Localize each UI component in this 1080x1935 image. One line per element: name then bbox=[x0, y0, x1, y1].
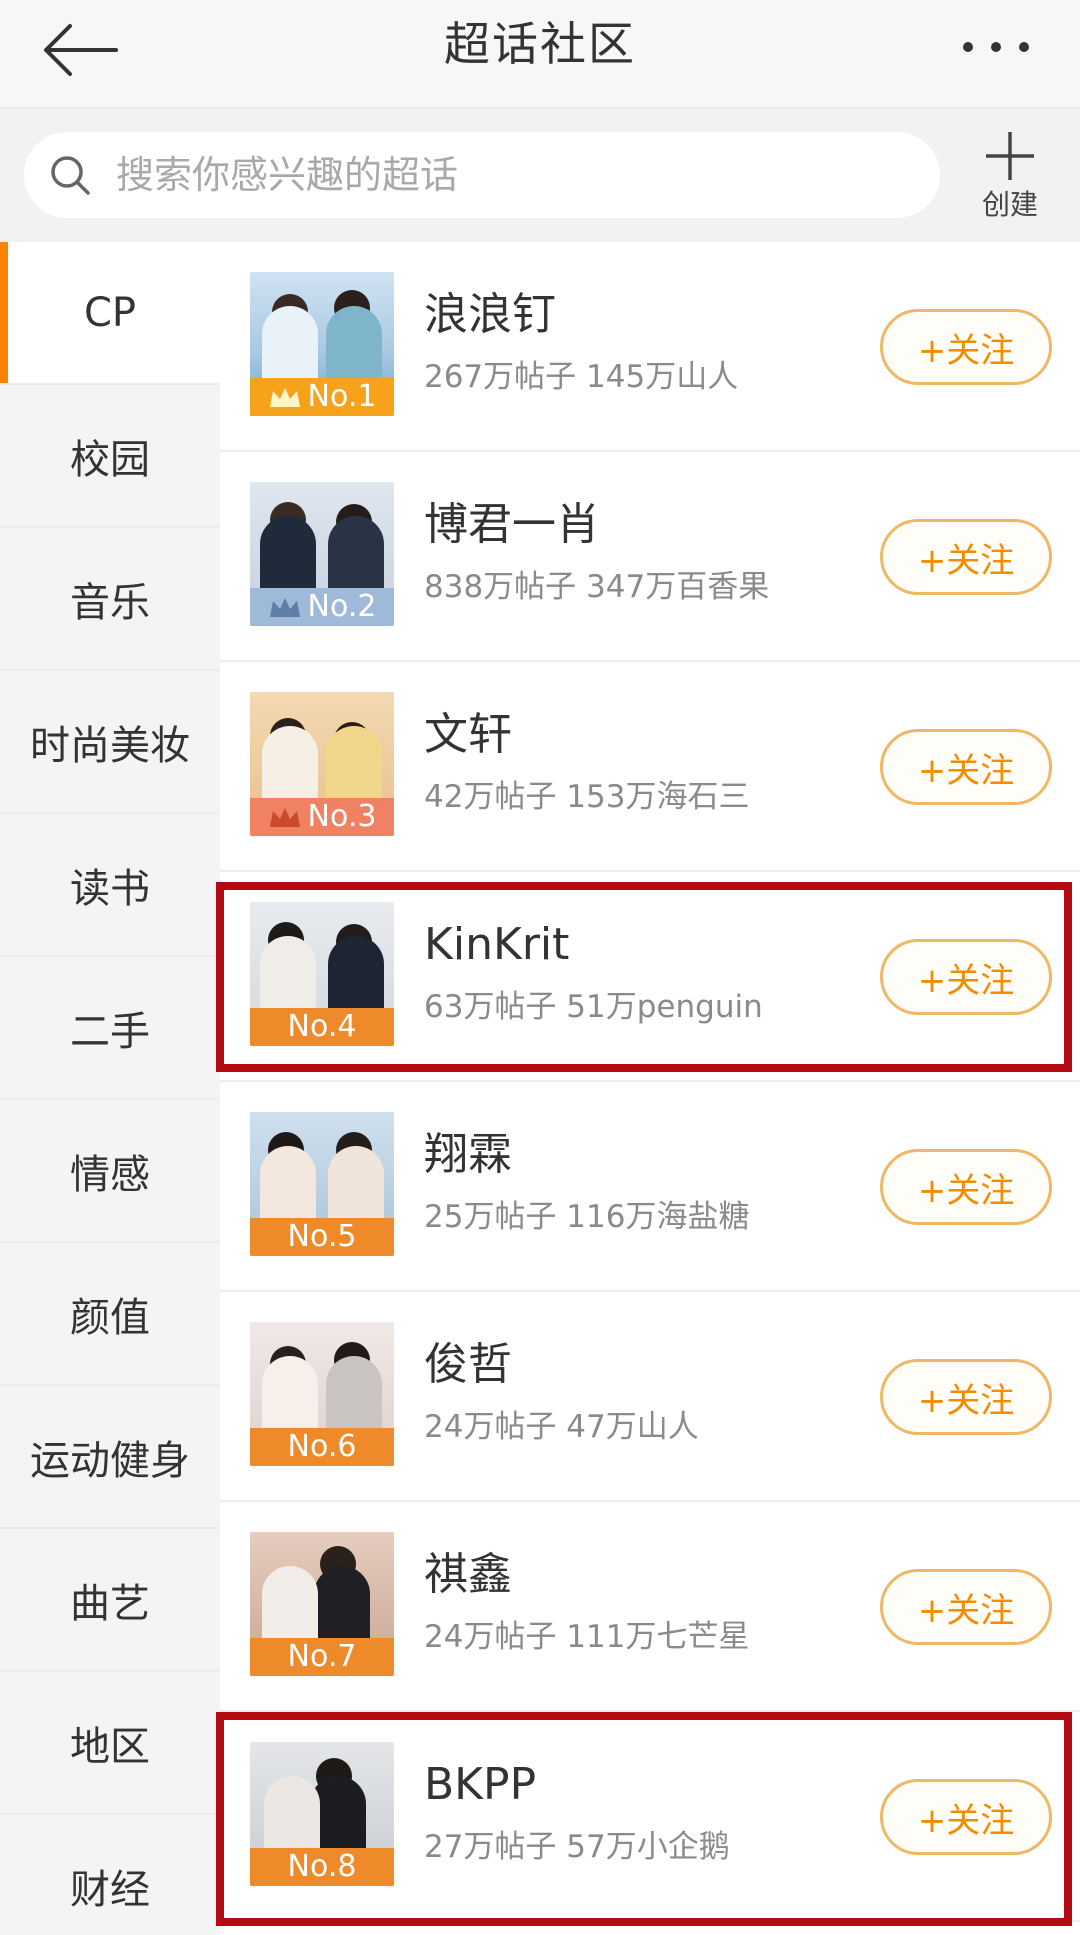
topic-thumbnail: No.7 bbox=[250, 1532, 394, 1676]
search-input[interactable]: 搜索你感兴趣的超话 bbox=[24, 132, 940, 218]
list-item[interactable]: No.7 祺鑫 24万帖子 111万七芒星 +关注 bbox=[220, 1502, 1080, 1712]
create-label: 创建 bbox=[981, 188, 1038, 221]
sidebar-item-label: 财经 bbox=[70, 1866, 150, 1913]
list-item[interactable]: No.4 KinKrit 63万帖子 51万penguin +关注 bbox=[220, 872, 1080, 1082]
topic-thumbnail: No.4 bbox=[250, 902, 394, 1046]
rank-label: No.1 bbox=[307, 379, 377, 414]
sidebar-item-cp[interactable]: CP bbox=[0, 242, 220, 385]
topic-name: 祺鑫 bbox=[424, 1549, 512, 1600]
sidebar-item-sports-fitness[interactable]: 运动健身 bbox=[0, 1386, 220, 1529]
crown-icon bbox=[268, 385, 302, 409]
topic-stats: 24万帖子 111万七芒星 bbox=[424, 1619, 750, 1655]
follow-button[interactable]: +关注 bbox=[880, 519, 1052, 595]
sidebar-item-reading[interactable]: 读书 bbox=[0, 814, 220, 957]
follow-button[interactable]: +关注 bbox=[880, 729, 1052, 805]
list-item[interactable]: No.5 翔霖 25万帖子 116万海盐糖 +关注 bbox=[220, 1082, 1080, 1292]
sidebar-item-label: 读书 bbox=[70, 865, 150, 912]
rank-badge: No.8 bbox=[250, 1848, 394, 1886]
rank-badge: No.7 bbox=[250, 1638, 394, 1676]
topic-stats: 267万帖子 145万山人 bbox=[424, 359, 739, 395]
topic-name: 文轩 bbox=[424, 709, 512, 760]
topic-thumbnail: No.3 bbox=[250, 692, 394, 836]
rank-label: No.8 bbox=[287, 1849, 357, 1884]
sidebar-item-label: 校园 bbox=[70, 436, 150, 483]
sidebar-item-folk-art[interactable]: 曲艺 bbox=[0, 1529, 220, 1672]
topic-stats: 25万帖子 116万海盐糖 bbox=[424, 1199, 750, 1235]
list-item[interactable]: No.6 俊哲 24万帖子 47万山人 +关注 bbox=[220, 1292, 1080, 1502]
rank-label: No.6 bbox=[287, 1429, 357, 1464]
sidebar-item-fashion-beauty[interactable]: 时尚美妆 bbox=[0, 671, 220, 814]
search-icon bbox=[48, 153, 92, 197]
create-button[interactable]: 创建 bbox=[970, 128, 1050, 228]
sidebar-item-region[interactable]: 地区 bbox=[0, 1672, 220, 1815]
search-bar: 搜索你感兴趣的超话 创建 bbox=[0, 108, 1080, 242]
sidebar-item-label: 情感 bbox=[70, 1151, 150, 1198]
follow-button[interactable]: +关注 bbox=[880, 1569, 1052, 1645]
sidebar-item-label: 曲艺 bbox=[70, 1580, 150, 1627]
rank-badge: No.1 bbox=[250, 378, 394, 416]
sidebar-item-label: 时尚美妆 bbox=[30, 722, 190, 769]
topic-stats: 63万帖子 51万penguin bbox=[424, 989, 763, 1025]
rank-label: No.7 bbox=[287, 1639, 357, 1674]
sidebar-item-finance[interactable]: 财经 bbox=[0, 1815, 220, 1935]
rank-label: No.4 bbox=[287, 1009, 357, 1044]
follow-button[interactable]: +关注 bbox=[880, 939, 1052, 1015]
more-button[interactable] bbox=[956, 22, 1036, 72]
follow-button[interactable]: +关注 bbox=[880, 1359, 1052, 1435]
sidebar-item-music[interactable]: 音乐 bbox=[0, 528, 220, 671]
sidebar-item-label: 地区 bbox=[70, 1723, 150, 1770]
list-item[interactable]: No.1 浪浪钉 267万帖子 145万山人 +关注 bbox=[220, 242, 1080, 452]
topic-stats: 838万帖子 347万百香果 bbox=[424, 569, 770, 605]
plus-icon bbox=[986, 132, 1034, 180]
rank-badge: No.2 bbox=[250, 588, 394, 626]
follow-button[interactable]: +关注 bbox=[880, 1149, 1052, 1225]
more-dots-icon bbox=[963, 42, 1029, 52]
sidebar-item-second-hand[interactable]: 二手 bbox=[0, 957, 220, 1100]
category-sidebar: CP 校园 音乐 时尚美妆 读书 二手 情感 颜值 运动健身 曲艺 地区 财经 bbox=[0, 242, 220, 1935]
page-title: 超话社区 bbox=[444, 17, 636, 71]
follow-button[interactable]: +关注 bbox=[880, 309, 1052, 385]
rank-label: No.3 bbox=[307, 799, 377, 834]
topic-name: BKPP bbox=[424, 1759, 537, 1810]
topic-stats: 24万帖子 47万山人 bbox=[424, 1409, 699, 1445]
topic-stats: 42万帖子 153万海石三 bbox=[424, 779, 750, 815]
rank-badge: No.3 bbox=[250, 798, 394, 836]
sidebar-item-looks[interactable]: 颜值 bbox=[0, 1243, 220, 1386]
topic-thumbnail: No.2 bbox=[250, 482, 394, 626]
topic-name: 浪浪钉 bbox=[424, 289, 556, 340]
sidebar-item-label: 颜值 bbox=[70, 1294, 150, 1341]
search-placeholder: 搜索你感兴趣的超话 bbox=[116, 153, 459, 197]
topic-name: 翔霖 bbox=[424, 1129, 512, 1180]
follow-button[interactable]: +关注 bbox=[880, 1779, 1052, 1855]
rank-badge: No.4 bbox=[250, 1008, 394, 1046]
topic-thumbnail: No.8 bbox=[250, 1742, 394, 1886]
topic-list: No.1 浪浪钉 267万帖子 145万山人 +关注 No.2 博君一肖 838… bbox=[220, 242, 1080, 1935]
rank-badge: No.6 bbox=[250, 1428, 394, 1466]
sidebar-item-label: 二手 bbox=[70, 1008, 150, 1055]
list-item[interactable]: No.2 博君一肖 838万帖子 347万百香果 +关注 bbox=[220, 452, 1080, 662]
topic-thumbnail: No.6 bbox=[250, 1322, 394, 1466]
rank-label: No.2 bbox=[307, 589, 377, 624]
topic-thumbnail: No.5 bbox=[250, 1112, 394, 1256]
topic-thumbnail: No.1 bbox=[250, 272, 394, 416]
topic-name: 俊哲 bbox=[424, 1339, 512, 1390]
app-screen: 超话社区 搜索你感兴趣的超话 创建 CP 校园 音乐 时尚美妆 读书 二手 情感… bbox=[0, 0, 1080, 1935]
crown-icon bbox=[268, 805, 302, 829]
sidebar-item-label: CP bbox=[83, 289, 137, 336]
topic-name: KinKrit bbox=[424, 919, 570, 970]
sidebar-item-label: 音乐 bbox=[70, 579, 150, 626]
sidebar-item-campus[interactable]: 校园 bbox=[0, 385, 220, 528]
rank-label: No.5 bbox=[287, 1219, 357, 1254]
topic-stats: 27万帖子 57万小企鹅 bbox=[424, 1829, 730, 1865]
crown-icon bbox=[268, 595, 302, 619]
sidebar-item-label: 运动健身 bbox=[30, 1437, 190, 1484]
list-item[interactable]: No.3 文轩 42万帖子 153万海石三 +关注 bbox=[220, 662, 1080, 872]
sidebar-item-emotion[interactable]: 情感 bbox=[0, 1100, 220, 1243]
topic-name: 博君一肖 bbox=[424, 499, 600, 550]
rank-badge: No.5 bbox=[250, 1218, 394, 1256]
top-nav-bar: 超话社区 bbox=[0, 0, 1080, 108]
list-item[interactable]: No.8 BKPP 27万帖子 57万小企鹅 +关注 bbox=[220, 1712, 1080, 1922]
